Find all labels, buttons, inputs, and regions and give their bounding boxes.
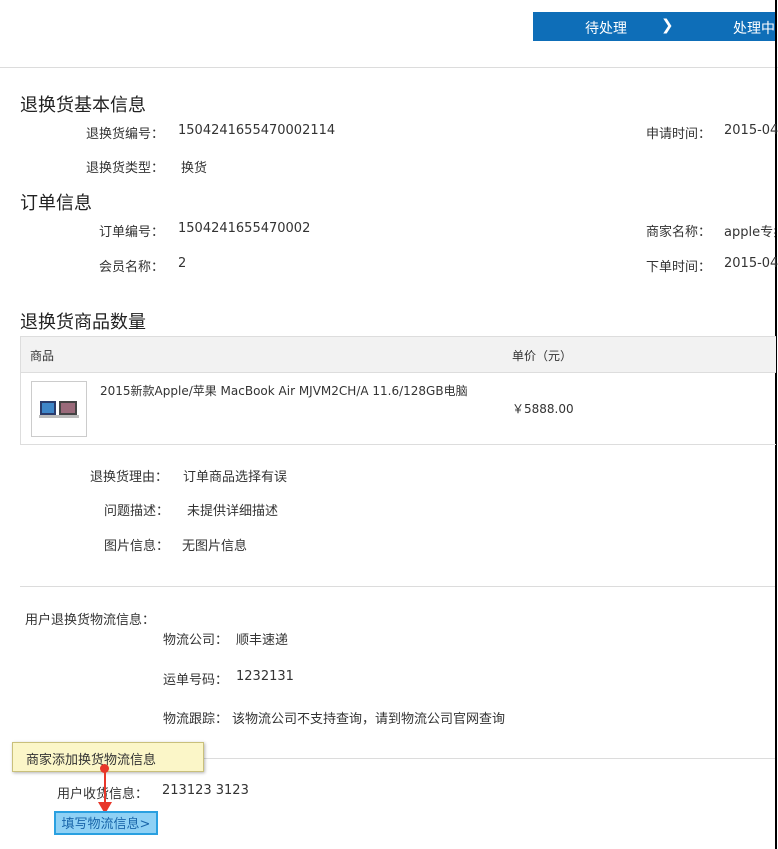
logistics-title: 用户退换货物流信息： bbox=[25, 613, 156, 628]
member-value: 2 bbox=[178, 256, 187, 271]
divider bbox=[20, 586, 775, 587]
product-image[interactable] bbox=[31, 381, 87, 437]
progress-steps: 待处理 ❯ 处理中 bbox=[533, 12, 775, 41]
order-time-label: 下单时间： bbox=[646, 260, 712, 275]
top-bar: 待处理 ❯ 处理中 bbox=[0, 0, 778, 68]
merchant-label: 商家名称： bbox=[646, 225, 712, 240]
col-product: 商品 bbox=[30, 349, 55, 363]
reason-value: 订单商品选择有误 bbox=[183, 470, 288, 485]
product-price: ￥5888.00 bbox=[512, 402, 574, 416]
product-name[interactable]: 2015新款Apple/苹果 MacBook Air MJVM2CH/A 11.… bbox=[100, 382, 468, 399]
receive-value: 213123 3123 bbox=[162, 783, 249, 798]
image-info-value: 无图片信息 bbox=[182, 539, 248, 554]
track-value: 该物流公司不支持查询，请到物流公司官网查询 bbox=[232, 712, 506, 727]
return-type-label: 退换货类型： bbox=[86, 161, 165, 176]
receive-label: 用户收货信息： bbox=[57, 787, 149, 802]
step-pending: 待处理 bbox=[585, 21, 627, 37]
basic-info-title: 退换货基本信息 bbox=[20, 95, 146, 116]
order-no-label: 订单编号： bbox=[99, 225, 165, 240]
order-info-title: 订单信息 bbox=[20, 193, 92, 214]
company-value: 顺丰速递 bbox=[236, 633, 289, 648]
goods-table: 商品 单价（元） 2015新款Apple/苹果 MacBook Air MJVM… bbox=[20, 336, 776, 445]
order-time-value: 2015-04 bbox=[724, 256, 778, 271]
apply-time-value: 2015-04 bbox=[724, 123, 778, 138]
goods-title: 退换货商品数量 bbox=[20, 312, 146, 333]
desc-value: 未提供详细描述 bbox=[187, 504, 279, 519]
annotation-text: 商家添加换货物流信息 bbox=[26, 753, 157, 768]
return-type-value: 换货 bbox=[181, 161, 208, 176]
return-no-value: 1504241655470002114 bbox=[178, 123, 336, 138]
step-processing: 处理中 bbox=[733, 21, 775, 37]
desc-label: 问题描述： bbox=[104, 504, 170, 519]
track-label: 物流跟踪： bbox=[163, 712, 229, 727]
apply-time-label: 申请时间： bbox=[646, 127, 712, 142]
merchant-value: apple专卖 bbox=[724, 225, 775, 240]
waybill-value: 1232131 bbox=[236, 669, 294, 684]
company-label: 物流公司： bbox=[163, 633, 229, 648]
laptop-icon bbox=[39, 401, 79, 418]
reason-label: 退换货理由： bbox=[90, 470, 169, 485]
member-label: 会员名称： bbox=[99, 260, 165, 275]
col-price: 单价（元） bbox=[512, 349, 573, 363]
image-info-label: 图片信息： bbox=[104, 539, 170, 554]
waybill-label: 运单号码： bbox=[163, 673, 229, 688]
goods-table-header: 商品 单价（元） bbox=[21, 337, 776, 373]
fill-logistics-button[interactable]: 填写物流信息> bbox=[54, 811, 158, 835]
return-no-label: 退换货编号： bbox=[86, 127, 165, 142]
chevron-right-icon: ❯ bbox=[661, 16, 674, 34]
order-no-value: 1504241655470002 bbox=[178, 221, 311, 236]
